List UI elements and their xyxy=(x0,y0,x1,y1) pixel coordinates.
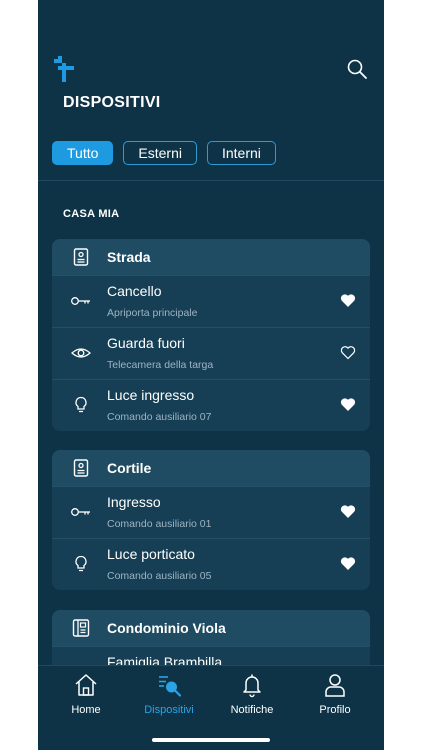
section-title: CASA MIA xyxy=(63,208,120,220)
tab-notifiche[interactable]: Notifiche xyxy=(212,672,292,716)
group-name: Cortile xyxy=(107,460,152,476)
device-row[interactable]: Cancello Apriporta principale xyxy=(52,275,370,327)
group-header[interactable]: Strada xyxy=(52,239,370,275)
group-name: Strada xyxy=(107,249,151,265)
tab-label: Profilo xyxy=(319,704,351,716)
device-subtitle: Comando ausiliario 01 xyxy=(107,518,212,530)
key-icon xyxy=(71,508,90,516)
group-card-strada: Strada Cancello Apriporta principale Gua… xyxy=(52,239,370,431)
heart-filled-icon[interactable] xyxy=(340,397,356,412)
page-title: DISPOSITIVI xyxy=(63,94,161,111)
search-icon[interactable] xyxy=(346,58,368,80)
filter-tutto[interactable]: Tutto xyxy=(52,141,114,165)
group-header[interactable]: Cortile xyxy=(52,450,370,486)
bell-icon xyxy=(243,674,261,698)
intercom-icon xyxy=(73,459,89,477)
filter-esterni[interactable]: Esterni xyxy=(123,141,197,165)
header: DISPOSITIVI Tutto Esterni Interni xyxy=(38,0,384,180)
device-row[interactable]: Luce ingresso Comando ausiliario 07 xyxy=(52,379,370,431)
device-name: Luce porticato xyxy=(107,546,195,562)
tab-profilo[interactable]: Profilo xyxy=(295,672,375,716)
intercom-icon xyxy=(73,248,89,266)
device-list[interactable]: CASA MIA Strada Cancello Apriporta princ… xyxy=(38,181,384,665)
app-logo-icon xyxy=(54,56,74,82)
device-subtitle: Apriporta principale xyxy=(107,307,198,319)
group-header[interactable]: Condominio Viola xyxy=(52,610,370,646)
heart-filled-icon[interactable] xyxy=(340,556,356,571)
eye-icon xyxy=(71,348,91,358)
heart-outline-icon[interactable] xyxy=(340,345,356,360)
device-subtitle: Telecamera della targa xyxy=(107,359,214,371)
device-name: Famiglia Brambilla xyxy=(107,654,223,665)
device-name: Guarda fuori xyxy=(107,335,185,351)
tab-dispositivi[interactable]: Dispositivi xyxy=(129,672,209,716)
device-subtitle: Comando ausiliario 07 xyxy=(107,411,212,423)
device-row[interactable]: Ingresso Comando ausiliario 01 xyxy=(52,486,370,538)
filter-interni[interactable]: Interni xyxy=(206,141,276,165)
device-subtitle: Comando ausiliario 05 xyxy=(107,570,212,582)
tab-home[interactable]: Home xyxy=(46,672,126,716)
filter-chips: Tutto Esterni Interni xyxy=(52,141,276,165)
device-row[interactable]: Luce porticato Comando ausiliario 05 xyxy=(52,538,370,590)
bulb-icon xyxy=(75,396,87,413)
tab-label: Notifiche xyxy=(230,704,274,716)
heart-filled-icon[interactable] xyxy=(340,293,356,308)
group-card-condominio-viola: Condominio Viola Famiglia Brambilla xyxy=(52,610,370,665)
tab-label: Dispositivi xyxy=(144,704,194,716)
user-icon xyxy=(325,674,345,697)
group-card-cortile: Cortile Ingresso Comando ausiliario 01 L… xyxy=(52,450,370,590)
device-row[interactable]: Guarda fuori Telecamera della targa xyxy=(52,327,370,379)
devices-search-icon xyxy=(159,676,182,697)
device-name: Cancello xyxy=(107,283,162,299)
home-icon xyxy=(75,674,97,696)
group-name: Condominio Viola xyxy=(107,620,226,636)
tab-label: Home xyxy=(71,704,101,716)
device-row[interactable]: Famiglia Brambilla xyxy=(52,646,370,665)
device-name: Luce ingresso xyxy=(107,387,195,403)
building-intercom-icon xyxy=(72,619,90,637)
app-screen: DISPOSITIVI Tutto Esterni Interni CASA M… xyxy=(38,0,384,750)
device-name: Ingresso xyxy=(107,494,161,510)
home-indicator xyxy=(152,738,270,742)
heart-filled-icon[interactable] xyxy=(340,504,356,519)
bulb-icon xyxy=(75,555,87,572)
key-icon xyxy=(71,297,90,305)
